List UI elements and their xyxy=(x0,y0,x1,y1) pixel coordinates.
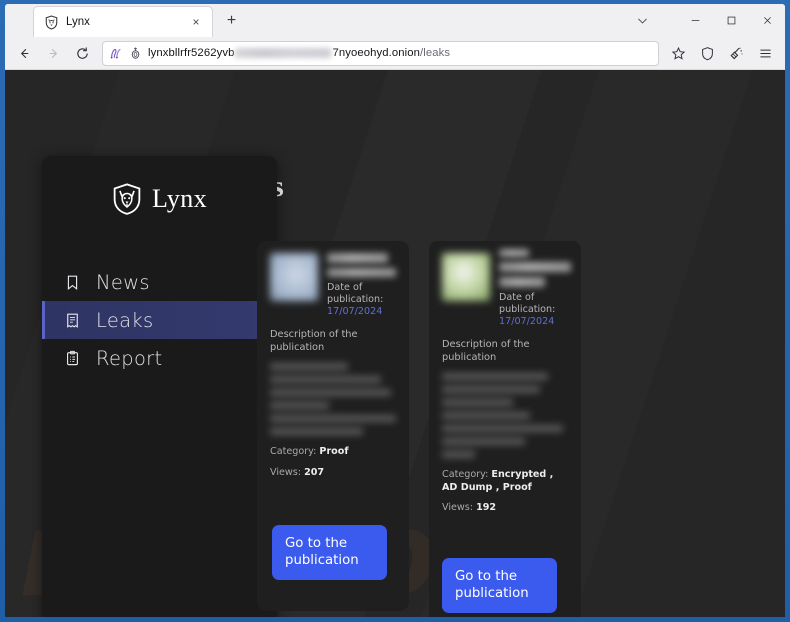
lynx-shield-logo-icon xyxy=(112,182,142,215)
sidebar-item-label: Leaks xyxy=(96,308,154,332)
bookmark-icon xyxy=(64,274,81,291)
close-icon[interactable]: × xyxy=(188,14,204,30)
blurred-green-thumbnail xyxy=(442,253,490,301)
redacted-title-line xyxy=(499,249,530,257)
broom-new-identity-icon[interactable] xyxy=(723,40,750,66)
onion-site-icon[interactable] xyxy=(129,46,143,60)
brand-name: Lynx xyxy=(151,183,208,213)
window-controls xyxy=(623,4,785,37)
back-arrow-icon[interactable] xyxy=(11,40,38,66)
publication-date: 17/07/2024 xyxy=(499,315,555,327)
sidebar: Lynx News Leaks Report xyxy=(42,156,277,617)
star-bookmark-icon[interactable] xyxy=(665,40,692,66)
url-suffix: 7nyoeohyd.onion xyxy=(332,47,421,59)
clipboard-list-icon xyxy=(64,350,81,367)
category-label: Category: xyxy=(442,469,489,481)
hamburger-menu-icon[interactable] xyxy=(752,40,779,66)
url-prefix: lynxbllrfr5262yvb xyxy=(148,47,235,59)
url-text: lynxbllrfr5262yvb 7nyoeohyd.onion/leaks xyxy=(148,47,450,59)
receipt-icon xyxy=(64,312,81,329)
close-window-button[interactable] xyxy=(749,6,785,36)
category-value: Proof xyxy=(319,446,349,458)
browser-window-inner: Lynx × + lynxbllrfr5262yvb 7nyoeohyd.oni… xyxy=(5,4,785,617)
shield-icon[interactable] xyxy=(694,40,721,66)
forward-arrow-icon[interactable] xyxy=(40,40,67,66)
redacted-title-line xyxy=(499,262,572,272)
sidebar-item-leaks[interactable]: Leaks xyxy=(42,301,277,339)
minimize-button[interactable] xyxy=(677,6,713,36)
description-label: Description of the publication xyxy=(442,338,530,363)
card-header: Date of publication: 17/07/2024 xyxy=(442,249,572,329)
go-to-publication-button[interactable]: Go to the publication xyxy=(272,525,387,581)
category-row: Category: Encrypted , AD Dump , Proof xyxy=(442,469,568,494)
description-label: Description of the publication xyxy=(270,328,358,353)
url-redacted-blur xyxy=(235,48,332,58)
browser-tab[interactable]: Lynx × xyxy=(33,6,213,37)
publication-date: 17/07/2024 xyxy=(327,305,383,317)
views-row: Views: 192 xyxy=(442,502,568,514)
category-label: Category: xyxy=(270,446,317,458)
views-value: 207 xyxy=(304,466,325,478)
sidebar-item-report[interactable]: Report xyxy=(42,339,277,377)
tor-circuit-icon[interactable] xyxy=(109,46,124,60)
url-path: /leaks xyxy=(420,47,451,59)
url-address-bar[interactable]: lynxbllrfr5262yvb 7nyoeohyd.onion/leaks xyxy=(102,40,659,66)
go-to-publication-button[interactable]: Go to the publication xyxy=(442,558,557,614)
redacted-description xyxy=(442,373,568,459)
new-tab-button[interactable]: + xyxy=(222,11,241,30)
date-label: Date of publication: xyxy=(499,292,556,315)
tab-list-chevron-down-icon[interactable] xyxy=(623,6,661,36)
redacted-title-line xyxy=(499,277,545,287)
reload-icon[interactable] xyxy=(69,40,96,66)
views-row: Views: 207 xyxy=(270,467,396,479)
redacted-title-line xyxy=(327,268,396,277)
navigation-toolbar: lynxbllrfr5262yvb 7nyoeohyd.onion/leaks xyxy=(5,37,785,70)
sidebar-item-news[interactable]: News xyxy=(42,263,277,301)
card-title-block: Date of publication: 17/07/2024 xyxy=(327,253,396,319)
redacted-title-line xyxy=(327,253,388,263)
date-label: Date of publication: xyxy=(327,282,384,305)
views-label: Views: xyxy=(442,502,473,514)
lynx-shield-favicon-icon xyxy=(44,14,59,30)
sidebar-item-label: News xyxy=(96,270,150,294)
tab-title: Lynx xyxy=(66,16,90,28)
brand-logo-block: Lynx xyxy=(42,156,277,241)
sidebar-nav: News Leaks Report xyxy=(42,263,277,377)
card-title-block: Date of publication: 17/07/2024 xyxy=(499,249,572,329)
redacted-description xyxy=(270,363,396,436)
tab-strip: Lynx × + xyxy=(5,4,785,37)
page-viewport: risk.com Leaks xyxy=(5,70,785,617)
blurred-blue-thumbnail xyxy=(270,253,318,301)
views-label: Views: xyxy=(270,466,301,478)
sidebar-item-label: Report xyxy=(96,346,163,370)
category-row: Category: Proof xyxy=(270,446,396,458)
views-value: 192 xyxy=(476,502,497,514)
card-header: Date of publication: 17/07/2024 xyxy=(270,253,396,319)
browser-window: Lynx × + lynxbllrfr5262yvb 7nyoeohyd.oni… xyxy=(0,0,790,622)
maximize-button[interactable] xyxy=(713,6,749,36)
